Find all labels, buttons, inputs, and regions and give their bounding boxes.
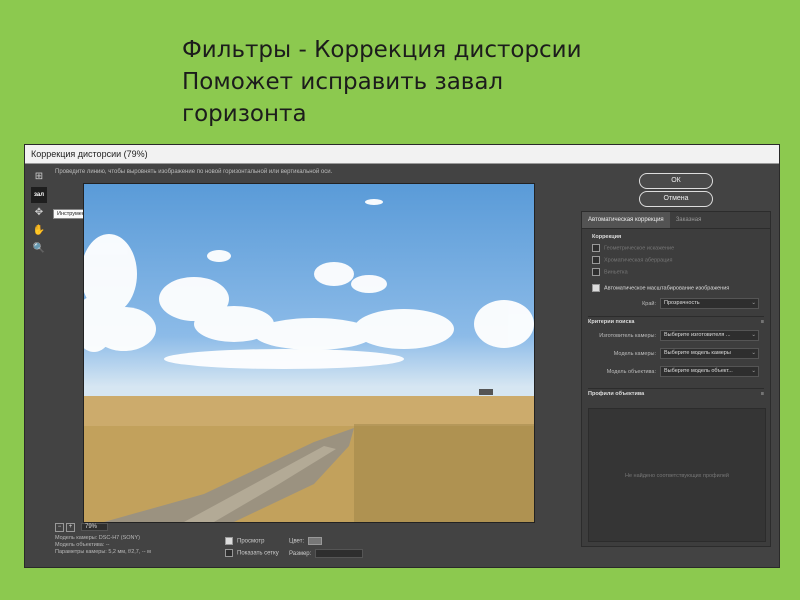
- lens-model-label: Модель объектива:: [606, 368, 656, 375]
- image-preview[interactable]: [83, 183, 535, 523]
- grid-color-row: Цвет:: [289, 537, 323, 545]
- geometric-distortion-label: Геометрическое искажение: [604, 245, 675, 252]
- edge-select[interactable]: Прозрачность ⌄: [660, 298, 759, 309]
- tool-hint: Проведите линию, чтобы выровнять изображ…: [55, 169, 333, 175]
- zoom-in-button[interactable]: +: [66, 523, 75, 532]
- lens-model-row: Модель объектива: Выберите модель объект.…: [588, 366, 759, 377]
- geometric-distortion-option: Геометрическое искажение: [592, 244, 674, 252]
- tool-palette: ⊞ зал ✥ ✋ 🔍: [31, 169, 47, 259]
- grid-color-swatch[interactable]: [308, 537, 323, 545]
- vignette-checkbox[interactable]: [592, 268, 600, 276]
- grid-size-row: Размер:: [289, 549, 364, 558]
- camera-model-value: Выберите модель камеры: [664, 350, 731, 356]
- zoom-level-select[interactable]: 79%: [81, 523, 109, 531]
- edge-value: Прозрачность: [664, 300, 700, 306]
- camera-model-info: Модель камеры: DSC-H7 (SONY): [55, 535, 141, 541]
- grid-size-label: Размер:: [289, 551, 312, 558]
- chevron-down-icon: ⌄: [751, 332, 756, 338]
- chromatic-aberration-option: Хроматическая аберрация: [592, 256, 672, 264]
- panel-menu-icon[interactable]: ≡: [761, 317, 764, 327]
- ok-button[interactable]: ОК: [639, 173, 713, 189]
- lens-profiles-list[interactable]: Не найдено соответствующих профилей: [588, 408, 766, 542]
- dialog-titlebar: Коррекция дисторсии (79%): [25, 145, 779, 164]
- tab-custom[interactable]: Заказная: [670, 212, 708, 228]
- no-profiles-message: Не найдено соответствующих профилей: [625, 473, 729, 479]
- vignette-option: Виньетка: [592, 268, 628, 276]
- zoom-icon[interactable]: 🔍: [31, 241, 47, 257]
- chromatic-aberration-checkbox[interactable]: [592, 256, 600, 264]
- camera-maker-label: Изготовитель камеры:: [599, 332, 656, 339]
- hand-icon[interactable]: ✋: [31, 223, 47, 239]
- camera-params-info: Параметры камеры: 5,2 мм, f/2,7, -- м: [55, 549, 151, 555]
- edge-row: Край: Прозрачность ⌄: [588, 298, 759, 309]
- chevron-down-icon: ⌄: [751, 350, 756, 356]
- correction-heading: Коррекция: [592, 234, 622, 240]
- show-grid-checkbox[interactable]: [225, 549, 233, 557]
- search-criteria-label: Критерии поиска: [588, 319, 635, 325]
- camera-model-row: Модель камеры: Выберите модель камеры ⌄: [588, 348, 759, 359]
- camera-maker-value: Выберите изготовителя ...: [664, 332, 731, 338]
- zoom-controls: − +79%: [55, 523, 109, 532]
- geometric-distortion-checkbox[interactable]: [592, 244, 600, 252]
- move-grid-icon[interactable]: ✥: [31, 205, 47, 221]
- preview-checkbox[interactable]: [225, 537, 233, 545]
- lens-profiles-label: Профили объектива: [588, 391, 645, 397]
- camera-maker-row: Изготовитель камеры: Выберите изготовител…: [588, 330, 759, 341]
- landscape-photo: [84, 199, 534, 522]
- camera-maker-select[interactable]: Выберите изготовителя ... ⌄: [660, 330, 759, 341]
- lens-correction-dialog: Коррекция дисторсии (79%) Проведите лини…: [24, 144, 780, 568]
- search-criteria-header[interactable]: Критерии поиска ≡: [588, 316, 764, 327]
- straighten-icon[interactable]: зал: [31, 187, 47, 203]
- grid-size-select[interactable]: [315, 549, 364, 558]
- auto-scale-label: Автоматическое масштабирование изображен…: [604, 285, 730, 292]
- slide-title-line-2: Поможет исправить завал: [182, 69, 504, 95]
- chevron-down-icon: ⌄: [751, 368, 756, 374]
- lens-profiles-header[interactable]: Профили объектива ≡: [588, 388, 764, 399]
- slide-title-line-3: горизонта: [182, 101, 307, 127]
- show-grid-label: Показать сетку: [237, 550, 279, 557]
- preview-row: Просмотр: [225, 537, 264, 545]
- camera-model-select[interactable]: Выберите модель камеры ⌄: [660, 348, 759, 359]
- lens-model-info: Модель объектива: --: [55, 542, 110, 548]
- cancel-button[interactable]: Отмена: [639, 191, 713, 207]
- clouds: [84, 199, 534, 369]
- auto-scale-option: Автоматическое масштабирование изображен…: [592, 284, 729, 292]
- zoom-out-button[interactable]: −: [55, 523, 64, 532]
- chromatic-aberration-label: Хроматическая аберрация: [604, 257, 673, 264]
- chevron-down-icon: ⌄: [751, 300, 756, 306]
- panel-menu-icon[interactable]: ≡: [761, 389, 764, 399]
- slide-title-line-1: Фильтры - Коррекция дисторсии: [182, 37, 582, 63]
- camera-info: Модель камеры: DSC-H7 (SONY) Модель объе…: [55, 535, 151, 556]
- auto-scale-checkbox[interactable]: [592, 284, 600, 292]
- lens-model-value: Выберите модель объект...: [664, 368, 733, 374]
- grid-color-label: Цвет:: [289, 538, 305, 545]
- camera-model-label: Модель камеры:: [613, 350, 656, 357]
- remove-distortion-icon[interactable]: ⊞: [31, 169, 47, 185]
- tab-auto-correction[interactable]: Автоматическая коррекция: [582, 212, 670, 228]
- preview-label: Просмотр: [237, 538, 265, 545]
- settings-panel: Автоматическая коррекция Заказная Коррекц…: [581, 211, 771, 547]
- edge-label: Край:: [642, 300, 656, 307]
- panel-tabs: Автоматическая коррекция Заказная: [582, 212, 770, 229]
- show-grid-row: Показать сетку: [225, 549, 279, 557]
- lens-model-select[interactable]: Выберите модель объект... ⌄: [660, 366, 759, 377]
- vignette-label: Виньетка: [604, 269, 628, 276]
- slide-title: Фильтры - Коррекция дисторсии Поможет ис…: [182, 34, 742, 130]
